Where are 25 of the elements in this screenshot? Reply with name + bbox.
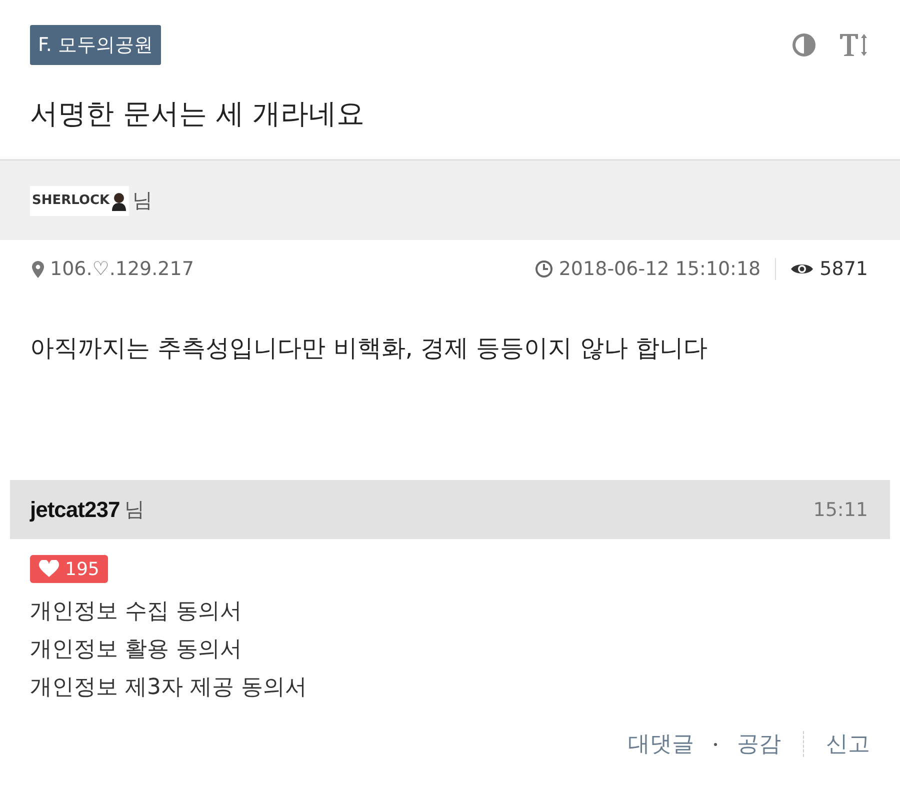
text-size-icon[interactable] <box>838 32 870 58</box>
post-title: 서명한 문서는 세 개라네요 <box>29 96 366 132</box>
comment-action-link[interactable]: 공감 <box>737 729 781 759</box>
location-pin-icon <box>32 260 44 278</box>
post-datetime: 2018-06-12 15:10:18 <box>558 258 761 280</box>
comment-action-link[interactable]: 신고 <box>826 729 870 759</box>
comment-time: 15:11 <box>813 498 868 520</box>
person-icon <box>110 190 127 210</box>
ip-address: 106.♡.129.217 <box>50 258 194 280</box>
eye-icon <box>790 262 814 276</box>
comment-action-link[interactable]: 대댓글 <box>628 729 694 759</box>
board-badge[interactable]: F. 모두의공원 <box>30 25 161 65</box>
contrast-icon[interactable] <box>792 33 816 57</box>
comment-line: 개인정보 활용 동의서 <box>30 636 243 664</box>
heart-icon <box>39 560 59 578</box>
author-suffix: 님 <box>124 496 145 523</box>
comment-line: 개인정보 제3자 제공 동의서 <box>30 674 308 702</box>
like-badge: 195 <box>30 555 108 583</box>
comment-line: 개인정보 수집 동의서 <box>30 598 243 626</box>
comment-author[interactable]: jetcat237 <box>30 496 120 522</box>
clock-icon <box>534 260 553 278</box>
view-count: 5871 <box>820 258 868 280</box>
post-body: 아직까지는 추측성입니다만 비핵화, 경제 등등이지 않나 합니다 <box>29 333 708 364</box>
author-suffix: 님 <box>132 187 153 214</box>
nickname-image[interactable]: SHERLOCK <box>30 186 129 216</box>
